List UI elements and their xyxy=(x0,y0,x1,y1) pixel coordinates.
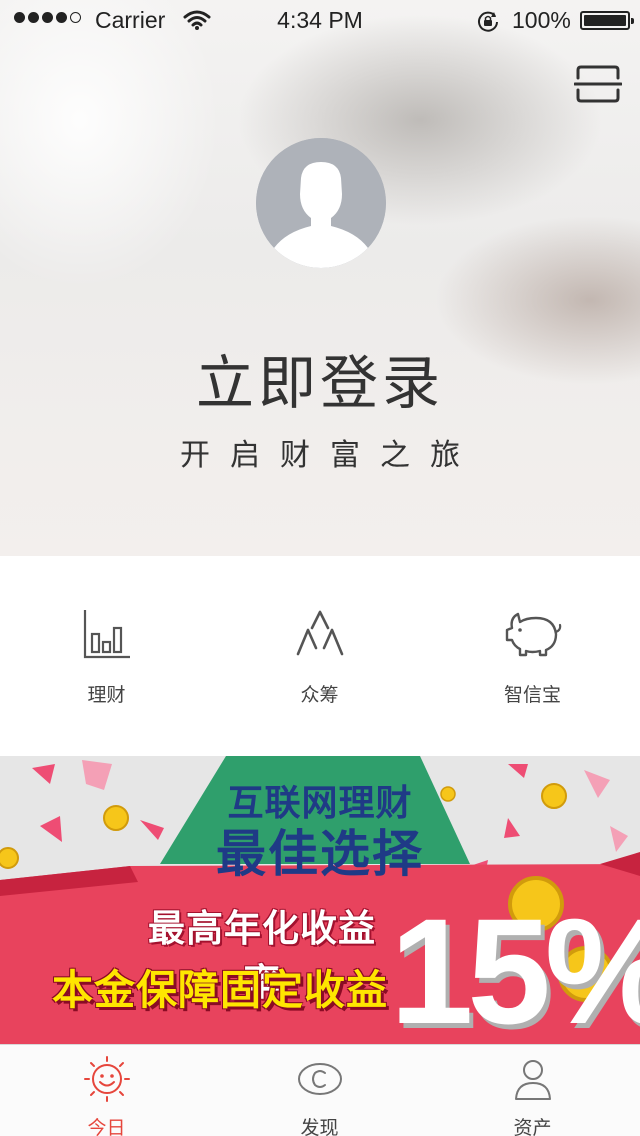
login-title[interactable]: 立即登录 xyxy=(0,336,640,420)
sun-smile-icon xyxy=(83,1055,131,1107)
tab-label: 今日 xyxy=(87,1117,126,1136)
rotation-lock-icon xyxy=(477,10,499,38)
tab-bar: 今日 发现 资产 xyxy=(0,1044,640,1136)
status-bar: Carrier 4:34 PM 100% xyxy=(0,0,640,40)
banner-subheadline: 最佳选择 xyxy=(216,825,424,883)
crowd-icon xyxy=(294,608,346,664)
banner-guarantee: 本金保障固定收益 xyxy=(52,966,388,1014)
person-icon xyxy=(509,1055,557,1107)
quick-item-label: 智信宝 xyxy=(503,684,561,706)
tab-label: 资产 xyxy=(513,1117,552,1136)
user-avatar-icon[interactable] xyxy=(256,138,386,268)
battery-icon xyxy=(580,11,634,30)
bar-chart-icon xyxy=(82,608,132,664)
quick-item-licai[interactable]: 理财 xyxy=(0,556,213,756)
quick-item-label: 理财 xyxy=(87,684,126,706)
promo-banner[interactable]: 互联网理财 最佳选择 最高年化收益率 本金保障固定收益 15% xyxy=(0,756,640,1044)
tab-assets[interactable]: 资产 xyxy=(426,1045,639,1136)
battery-percent: 100% xyxy=(512,7,571,33)
quick-item-zhongchou[interactable]: 众筹 xyxy=(213,556,426,756)
banner-rate: 15% xyxy=(390,887,640,1044)
quick-item-zhixinbao[interactable]: 智信宝 xyxy=(426,556,639,756)
piggy-bank-icon xyxy=(504,608,562,662)
tab-discover[interactable]: 发现 xyxy=(213,1045,426,1136)
quick-menu: 理财 众筹 智信宝 xyxy=(0,556,640,756)
discover-icon xyxy=(296,1055,344,1107)
login-subtitle: 开启财富之旅 xyxy=(180,438,480,473)
tab-label: 发现 xyxy=(300,1117,339,1136)
tab-today[interactable]: 今日 xyxy=(0,1045,213,1136)
quick-item-label: 众筹 xyxy=(300,684,339,706)
login-header: 立即登录 开启财富之旅 xyxy=(0,0,640,556)
scan-icon[interactable] xyxy=(573,64,623,104)
